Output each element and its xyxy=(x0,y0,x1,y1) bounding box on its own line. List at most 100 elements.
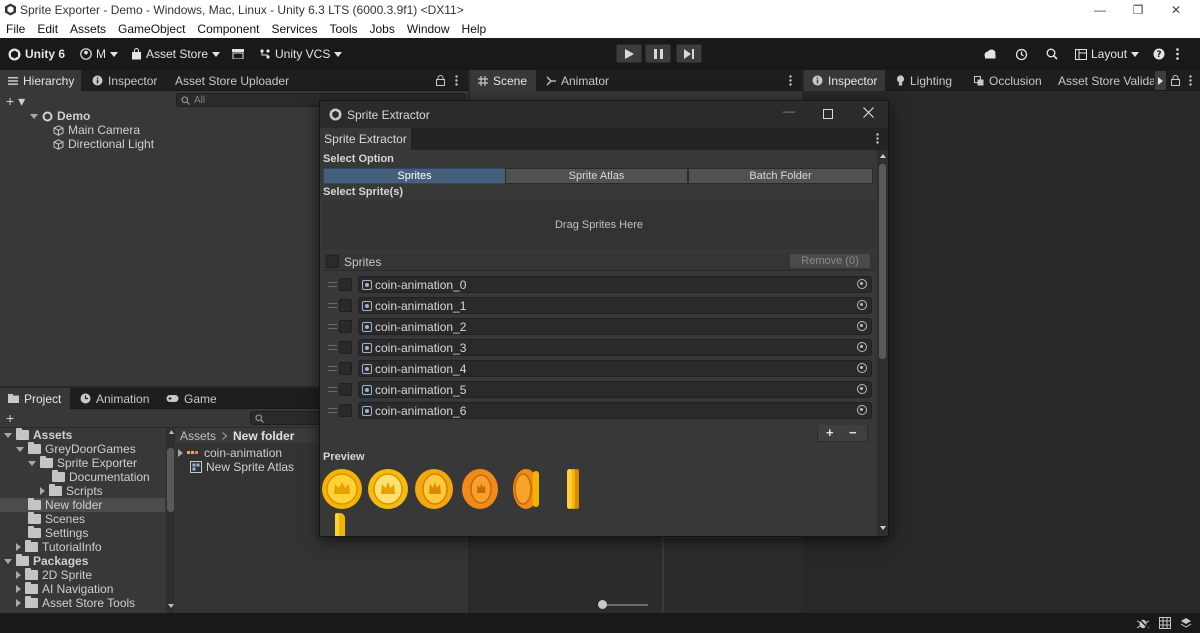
sprite-drop-zone[interactable]: Drag Sprites Here xyxy=(323,201,875,249)
hierarchy-item-main-camera[interactable]: Main Camera xyxy=(53,123,140,137)
modal-scrollbar-thumb[interactable] xyxy=(879,164,886,359)
tab-inspector-left[interactable]: Inspector xyxy=(84,70,165,91)
vcs-dropdown[interactable]: Unity VCS xyxy=(259,46,343,62)
remove-button[interactable]: Remove (0) xyxy=(790,254,870,268)
menu-assets[interactable]: Assets xyxy=(70,22,106,36)
tree-scrollbar-thumb[interactable] xyxy=(167,448,174,512)
tab-occlusion[interactable]: Occlusion xyxy=(966,70,1050,91)
drag-handle-icon[interactable] xyxy=(328,303,337,308)
row-checkbox[interactable] xyxy=(339,278,352,291)
minimize-button[interactable]: — xyxy=(1082,0,1118,20)
cloud-button[interactable] xyxy=(983,46,997,62)
tab-animator[interactable]: Animator xyxy=(538,70,617,91)
list-item[interactable]: coin-animation_2 xyxy=(323,317,875,337)
tree-item-tutorialinfo[interactable]: TutorialInfo xyxy=(16,540,102,554)
modal-close-button[interactable] xyxy=(863,107,874,118)
list-item[interactable]: coin-animation_4 xyxy=(323,359,875,379)
tab-sprite-extractor[interactable]: Sprite Extractor xyxy=(320,128,411,150)
zoom-slider-handle[interactable] xyxy=(598,600,607,609)
tab-asset-store-uploader[interactable]: Asset Store Uploader xyxy=(167,70,297,91)
help-button[interactable]: ? xyxy=(1153,46,1165,62)
row-checkbox[interactable] xyxy=(339,383,352,396)
tree-item-settings[interactable]: Settings xyxy=(28,526,88,540)
tree-item-scenes[interactable]: Scenes xyxy=(28,512,85,526)
menu-component[interactable]: Component xyxy=(197,22,259,36)
add-sprite-button[interactable]: + xyxy=(826,425,834,440)
tree-item-documentation[interactable]: Documentation xyxy=(52,470,150,484)
object-picker-icon[interactable] xyxy=(857,342,867,352)
drag-handle-icon[interactable] xyxy=(328,282,337,287)
menu-edit[interactable]: Edit xyxy=(37,22,58,36)
account-dropdown[interactable]: M xyxy=(80,46,118,62)
menu-window[interactable]: Window xyxy=(407,22,450,36)
sprite-object-field[interactable]: coin-animation_5 xyxy=(358,381,872,398)
debug-bug-icon[interactable] xyxy=(1137,617,1149,629)
play-button[interactable] xyxy=(616,44,642,63)
tree-scrollbar[interactable] xyxy=(166,428,175,613)
object-picker-icon[interactable] xyxy=(857,363,867,373)
kebab-icon[interactable] xyxy=(1189,75,1192,86)
file-item-coin-animation[interactable]: coin-animation xyxy=(178,446,282,460)
maximize-button[interactable]: ❐ xyxy=(1120,0,1156,20)
pause-button[interactable] xyxy=(645,44,671,63)
more-menu-button[interactable] xyxy=(1176,46,1179,62)
grid-status-icon[interactable] xyxy=(1159,617,1171,629)
tree-item-sprite-exporter[interactable]: Sprite Exporter xyxy=(28,456,137,470)
modal-scrollbar[interactable] xyxy=(877,150,888,536)
menu-file[interactable]: File xyxy=(6,22,25,36)
list-item[interactable]: coin-animation_1 xyxy=(323,296,875,316)
create-asset-button[interactable]: + xyxy=(6,410,14,426)
list-item[interactable]: coin-animation_6 xyxy=(323,401,875,421)
object-picker-icon[interactable] xyxy=(857,384,867,394)
layers-icon[interactable] xyxy=(1180,617,1192,629)
tab-project[interactable]: Project xyxy=(0,388,70,409)
list-item[interactable]: coin-animation_0 xyxy=(323,275,875,295)
object-picker-icon[interactable] xyxy=(857,405,867,415)
asset-store-dropdown[interactable]: Asset Store xyxy=(131,46,221,62)
drag-handle-icon[interactable] xyxy=(328,324,337,329)
tree-item-ai-navigation[interactable]: AI Navigation xyxy=(16,582,113,596)
modal-minimize-button[interactable]: — xyxy=(783,104,795,118)
sprite-object-field[interactable]: coin-animation_1 xyxy=(358,297,872,314)
lock-icon[interactable] xyxy=(436,75,445,86)
kebab-icon[interactable] xyxy=(789,75,792,86)
option-sprites-button[interactable]: Sprites xyxy=(323,168,506,184)
tree-item-asset-store-tools[interactable]: Asset Store Tools xyxy=(16,596,135,610)
sprite-object-field[interactable]: coin-animation_0 xyxy=(358,276,872,293)
row-checkbox[interactable] xyxy=(339,362,352,375)
modal-maximize-button[interactable] xyxy=(823,109,833,119)
close-window-button[interactable]: ✕ xyxy=(1158,0,1194,20)
select-all-checkbox[interactable] xyxy=(326,255,339,268)
tree-item-assets[interactable]: Assets xyxy=(4,428,72,442)
tree-item-new-folder[interactable]: New folder xyxy=(0,498,165,512)
sprite-object-field[interactable]: coin-animation_4 xyxy=(358,360,872,377)
tab-lighting[interactable]: Lighting xyxy=(888,70,960,91)
object-picker-icon[interactable] xyxy=(857,279,867,289)
menu-services[interactable]: Services xyxy=(271,22,317,36)
list-item[interactable]: coin-animation_5 xyxy=(323,380,875,400)
drag-handle-icon[interactable] xyxy=(328,408,337,413)
tab-game[interactable]: Game xyxy=(158,388,225,409)
menu-tools[interactable]: Tools xyxy=(329,22,357,36)
menu-help[interactable]: Help xyxy=(462,22,487,36)
sprite-object-field[interactable]: coin-animation_2 xyxy=(358,318,872,335)
breadcrumb-new-folder[interactable]: New folder xyxy=(233,429,294,443)
option-batch-folder-button[interactable]: Batch Folder xyxy=(688,168,873,184)
tree-item-scripts[interactable]: Scripts xyxy=(40,484,103,498)
row-checkbox[interactable] xyxy=(339,320,352,333)
layout-dropdown[interactable]: Layout xyxy=(1075,46,1140,62)
tree-item-2d-sprite[interactable]: 2D Sprite xyxy=(16,568,92,582)
history-button[interactable] xyxy=(1015,46,1028,62)
step-button[interactable] xyxy=(676,44,702,63)
breadcrumb-assets[interactable]: Assets xyxy=(180,429,216,443)
menu-gameobject[interactable]: GameObject xyxy=(118,22,185,36)
list-item[interactable]: coin-animation_3 xyxy=(323,338,875,358)
row-checkbox[interactable] xyxy=(339,299,352,312)
add-object-button[interactable]: + ▾ xyxy=(6,93,25,110)
tab-asset-store-validator[interactable]: Asset Store Validat xyxy=(1050,70,1154,91)
kebab-icon[interactable] xyxy=(455,75,458,86)
hierarchy-item-directional-light[interactable]: Directional Light xyxy=(53,137,154,151)
file-item-new-sprite-atlas[interactable]: New Sprite Atlas xyxy=(190,460,294,474)
sprite-object-field[interactable]: coin-animation_6 xyxy=(358,402,872,419)
tab-hierarchy[interactable]: Hierarchy xyxy=(0,70,81,91)
